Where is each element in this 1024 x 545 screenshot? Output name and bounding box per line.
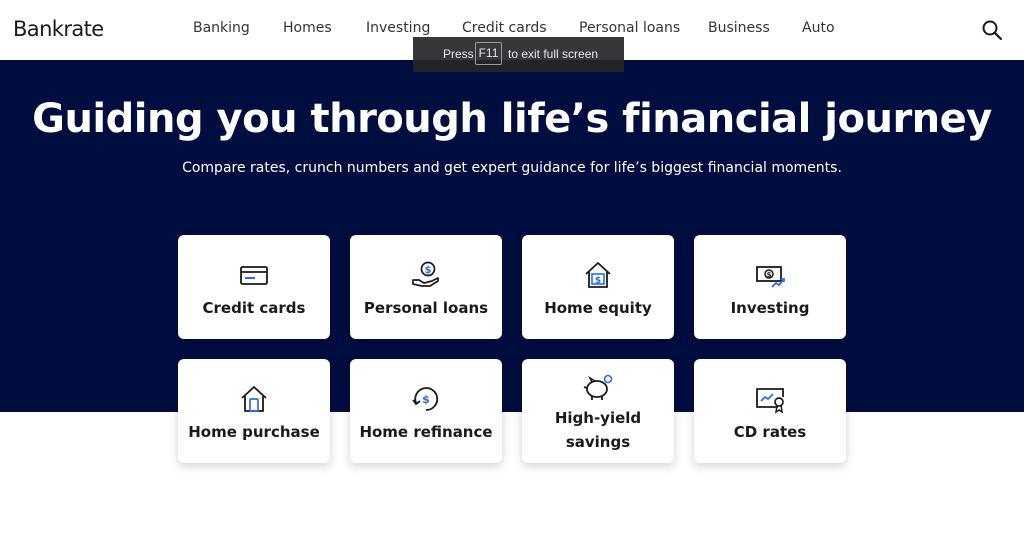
card-home-refinance[interactable]: $ Home refinance — [350, 359, 502, 463]
svg-text:$: $ — [595, 276, 601, 286]
house-dollar-icon: $ — [585, 262, 611, 288]
toast-prefix: Press — [443, 47, 474, 61]
card-label: High-yield savings — [554, 409, 642, 451]
piggy-bank-icon — [583, 374, 613, 400]
card-label: Credit cards — [202, 299, 306, 317]
card-credit-cards[interactable]: Credit cards — [178, 235, 330, 339]
house-phone-icon — [241, 386, 267, 412]
card-high-yield-savings[interactable]: High-yield savings — [522, 359, 674, 463]
nav-auto[interactable]: Auto — [802, 20, 835, 36]
search-icon — [982, 20, 1003, 41]
toast-suffix: to exit full screen — [508, 47, 599, 61]
card-personal-loans[interactable]: $ Personal loans — [350, 235, 502, 339]
card-label: CD rates — [733, 423, 807, 441]
card-label: Home purchase — [188, 423, 320, 441]
card-label: Home refinance — [359, 423, 493, 441]
card-home-equity[interactable]: $ Home equity — [522, 235, 674, 339]
credit-card-icon — [240, 266, 268, 285]
nav-homes[interactable]: Homes — [283, 20, 332, 36]
card-label: Home equity — [544, 299, 652, 317]
certificate-icon — [756, 388, 784, 414]
bill-growth-icon: $ — [756, 266, 785, 288]
svg-text:$: $ — [767, 271, 772, 279]
search-button[interactable] — [980, 18, 1004, 42]
hero-title: Guiding you through life’s financial jou… — [32, 96, 992, 142]
svg-text:$: $ — [422, 393, 430, 406]
nav-investing[interactable]: Investing — [366, 20, 430, 36]
dollar-refresh-icon: $ — [412, 387, 439, 411]
nav-banking[interactable]: Banking — [193, 20, 250, 36]
card-home-purchase[interactable]: Home purchase — [178, 359, 330, 463]
hand-dollar-icon: $ — [412, 261, 439, 287]
toast-key: F11 — [475, 42, 502, 65]
card-cd-rates[interactable]: CD rates — [694, 359, 846, 463]
hero-subtitle: Compare rates, crunch numbers and get ex… — [182, 160, 842, 176]
fullscreen-toast: Press F11 to exit full screen — [413, 37, 624, 72]
card-label: Investing — [730, 299, 810, 317]
card-investing[interactable]: $ Investing — [694, 235, 846, 339]
nav-business[interactable]: Business — [708, 20, 770, 36]
card-label: Personal loans — [363, 299, 489, 317]
nav-credit-cards[interactable]: Credit cards — [462, 20, 547, 36]
svg-text:$: $ — [425, 265, 432, 276]
nav-personal-loans[interactable]: Personal loans — [579, 20, 680, 36]
bankrate-logo[interactable]: Bankrate — [13, 17, 104, 41]
